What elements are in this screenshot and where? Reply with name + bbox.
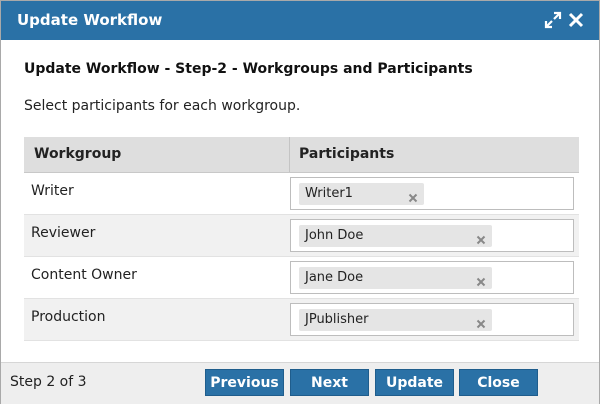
step-heading: Update Workflow - Step-2 - Workgroups an… — [24, 61, 473, 77]
workgroup-label: Content Owner — [31, 267, 137, 283]
participant-chip-label: John Doe — [305, 228, 364, 243]
participant-chip: JPublisher — [299, 309, 492, 331]
remove-x-icon[interactable] — [476, 314, 486, 329]
table-row: Writer Writer1 — [24, 173, 579, 215]
participant-chip-label: Writer1 — [305, 186, 353, 201]
table-row: Reviewer John Doe — [24, 215, 579, 257]
table-row: Production JPublisher — [24, 299, 579, 341]
dialog-titlebar[interactable]: Update Workflow — [1, 1, 599, 40]
column-divider — [289, 137, 290, 172]
remove-x-icon[interactable] — [476, 272, 486, 287]
close-icon[interactable] — [567, 11, 585, 29]
update-button[interactable]: Update — [375, 369, 454, 396]
dialog-title: Update Workflow — [17, 11, 163, 29]
maximize-icon[interactable] — [544, 11, 562, 29]
participants-select[interactable]: JPublisher — [290, 303, 574, 336]
remove-x-icon[interactable] — [408, 188, 418, 203]
participants-select[interactable]: Writer1 — [290, 177, 574, 210]
dialog-footer: Step 2 of 3 Previous Next Update Close — [1, 362, 599, 404]
participant-chip: John Doe — [299, 225, 492, 247]
previous-button[interactable]: Previous — [205, 369, 284, 396]
next-button[interactable]: Next — [290, 369, 369, 396]
step-indicator: Step 2 of 3 — [10, 374, 87, 390]
remove-x-icon[interactable] — [476, 230, 486, 245]
column-header-participants: Participants — [299, 146, 395, 162]
workgroup-label: Production — [31, 309, 106, 325]
participant-chip-label: JPublisher — [305, 312, 369, 327]
table-header: Workgroup Participants — [24, 137, 579, 173]
workgroup-label: Writer — [31, 183, 74, 199]
table-row: Content Owner Jane Doe — [24, 257, 579, 299]
workgroup-label: Reviewer — [31, 225, 96, 241]
participants-select[interactable]: John Doe — [290, 219, 574, 252]
instruction-text: Select participants for each workgroup. — [24, 98, 301, 114]
participant-chip-label: Jane Doe — [305, 270, 364, 285]
column-header-workgroup: Workgroup — [34, 146, 122, 162]
update-workflow-dialog: Update Workflow Update Workflow - Step-2… — [0, 0, 600, 404]
close-button[interactable]: Close — [459, 369, 538, 396]
participants-select[interactable]: Jane Doe — [290, 261, 574, 294]
participant-chip: Writer1 — [299, 183, 424, 205]
participant-chip: Jane Doe — [299, 267, 492, 289]
